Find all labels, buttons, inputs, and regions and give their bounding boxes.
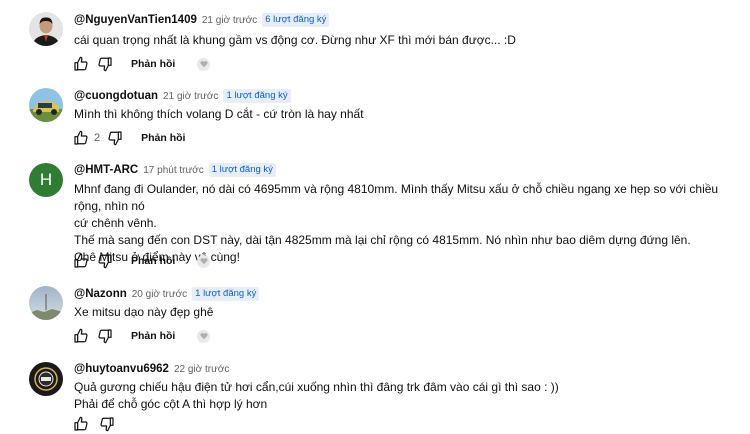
thumbs-down-icon[interactable] bbox=[106, 129, 124, 147]
reply-button[interactable]: Phản hồi bbox=[131, 255, 175, 267]
thumbs-up-icon[interactable] bbox=[72, 327, 90, 345]
thumbs-down-icon[interactable] bbox=[96, 327, 114, 345]
creator-heart-icon[interactable] bbox=[197, 329, 211, 343]
reply-button[interactable]: Phản hồi bbox=[131, 58, 175, 70]
thumbs-up-icon[interactable] bbox=[72, 252, 90, 270]
author-handle[interactable]: @cuongdotuan bbox=[74, 90, 158, 102]
comment-actions: Phản hồi bbox=[72, 326, 211, 346]
subscriber-badge: 1 lượt đăng ký bbox=[192, 287, 260, 301]
comment-line: Mình thì không thích volang D cắt - cứ t… bbox=[74, 107, 364, 121]
comment-header: @Nazonn 20 giờ trước 1 lượt đăng ký bbox=[74, 286, 260, 302]
comment-actions bbox=[72, 414, 116, 434]
comment-line: Mhnf đang đi Oulander, nó dài có 4695mm … bbox=[74, 182, 719, 213]
avatar[interactable] bbox=[29, 12, 63, 46]
comment-actions: Phản hồi bbox=[72, 54, 211, 74]
subscriber-badge: 6 lượt đăng ký bbox=[262, 13, 330, 27]
comment-time[interactable]: 21 giờ trước bbox=[202, 15, 257, 26]
comment-line: cái quan trọng nhất là khung gầm vs động… bbox=[74, 33, 516, 47]
subscriber-badge: 1 lượt đăng ký bbox=[223, 89, 291, 103]
comment-line: Quả gương chiếu hậu điện tử hơi cẩn,cúi … bbox=[74, 380, 559, 394]
author-handle[interactable]: @Nazonn bbox=[74, 288, 127, 300]
comment-text: Mình thì không thích volang D cắt - cứ t… bbox=[74, 106, 744, 123]
avatar-letter: H bbox=[39, 170, 53, 189]
reply-button[interactable]: Phản hồi bbox=[141, 132, 185, 144]
like-count: 2 bbox=[94, 132, 101, 144]
comment-line: Phải để chỗ góc cột A thì hợp lý hơn bbox=[74, 397, 268, 411]
comment-header: @huytoanvu6962 22 giờ trước bbox=[74, 361, 229, 377]
comment-time[interactable]: 21 giờ trước bbox=[163, 91, 218, 102]
comment-header: @cuongdotuan 21 giờ trước 1 lượt đăng ký bbox=[74, 88, 291, 104]
creator-heart-icon[interactable] bbox=[197, 57, 211, 71]
thumbs-down-icon[interactable] bbox=[98, 415, 116, 433]
comment-text: Xe mitsu dạo này đẹp ghê bbox=[74, 304, 744, 321]
thumbs-down-icon[interactable] bbox=[96, 55, 114, 73]
comment-time[interactable]: 17 phút trước bbox=[143, 165, 204, 176]
thumbs-down-icon[interactable] bbox=[96, 252, 114, 270]
author-handle[interactable]: @NguyenVanTien1409 bbox=[74, 14, 197, 26]
comment-line: cứ chênh vênh. bbox=[74, 216, 157, 230]
thumbs-up-icon[interactable] bbox=[72, 129, 90, 147]
comment-header: @NguyenVanTien1409 21 giờ trước 6 lượt đ… bbox=[74, 12, 330, 28]
comment-time[interactable]: 20 giờ trước bbox=[132, 289, 187, 300]
comment-text: cái quan trọng nhất là khung gầm vs động… bbox=[74, 32, 744, 49]
author-handle[interactable]: @huytoanvu6962 bbox=[74, 363, 169, 375]
comment-actions: 2 Phản hồi bbox=[72, 128, 185, 148]
comment-text: Quả gương chiếu hậu điện tử hơi cẩn,cúi … bbox=[74, 379, 744, 413]
subscriber-badge: 1 lượt đăng ký bbox=[208, 163, 276, 177]
thumbs-up-icon[interactable] bbox=[72, 415, 90, 433]
reply-button[interactable]: Phản hồi bbox=[131, 330, 175, 342]
avatar[interactable] bbox=[29, 88, 63, 122]
thumbs-up-icon[interactable] bbox=[72, 55, 90, 73]
comment-header: @HMT-ARC 17 phút trước 1 lượt đăng ký bbox=[74, 162, 276, 178]
author-handle[interactable]: @HMT-ARC bbox=[74, 164, 138, 176]
creator-heart-icon[interactable] bbox=[197, 254, 211, 268]
comment-line: Thế mà sang đến con DST này, dài tận 482… bbox=[74, 233, 691, 247]
comment-line: Xe mitsu dạo này đẹp ghê bbox=[74, 305, 214, 319]
comment-actions: Phản hồi bbox=[72, 251, 211, 271]
avatar[interactable]: H bbox=[29, 163, 63, 197]
avatar[interactable] bbox=[29, 362, 63, 396]
comment-time[interactable]: 22 giờ trước bbox=[174, 364, 229, 375]
avatar[interactable] bbox=[29, 286, 63, 320]
